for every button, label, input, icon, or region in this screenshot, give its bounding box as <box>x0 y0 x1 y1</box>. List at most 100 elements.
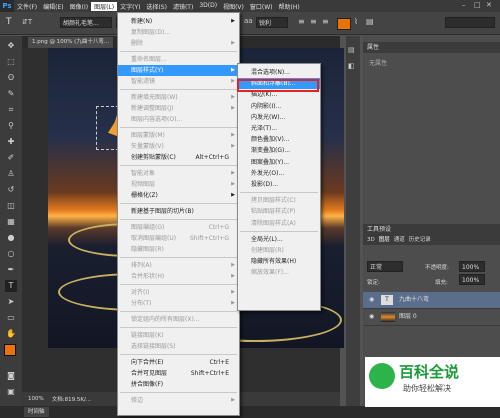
maximize-icon[interactable]: □ <box>474 1 481 9</box>
properties-panel-icon[interactable]: ◧ <box>348 62 358 72</box>
menu-item[interactable]: 对齐(I) ▶ <box>118 287 239 298</box>
tab-history[interactable]: 历史记录 <box>409 235 431 245</box>
menu-item[interactable]: 全局光(L)... <box>238 234 320 245</box>
tool-presets-title[interactable]: 工具预设 <box>363 224 500 235</box>
menu-10[interactable]: 帮助(H) <box>276 2 303 11</box>
menu-item[interactable]: 智能对象 ▶ <box>118 168 239 179</box>
path-select-tool-icon[interactable]: ➤ <box>5 296 17 308</box>
blend-mode-select[interactable]: 正常 <box>367 261 403 272</box>
opacity-input[interactable]: 100% <box>459 261 485 272</box>
shape-tool-icon[interactable]: ▭ <box>5 312 17 324</box>
font-family-select[interactable]: 胡颜礼毛笔... <box>60 17 112 28</box>
zoom-level[interactable]: 100% <box>28 396 44 402</box>
menu-item[interactable]: 视频图层 ▶ <box>118 179 239 190</box>
menu-item[interactable]: 矢量蒙版(V) ▶ <box>118 141 239 152</box>
brush-tool-icon[interactable]: ✐ <box>5 152 17 164</box>
menu-item[interactable]: 隐藏图层(R) <box>118 244 239 255</box>
warp-text-icon[interactable]: ⌇ <box>354 17 358 26</box>
menu-4[interactable]: 文字(Y) <box>117 2 143 11</box>
timeline-tab[interactable]: 时间轴 <box>24 407 49 417</box>
menu-item[interactable]: 图层样式(Y) ▶ <box>118 65 239 76</box>
menu-item[interactable]: 修边 ▶ <box>118 395 239 406</box>
menu-item[interactable]: 新建调整图层(J) ▶ <box>118 103 239 114</box>
menu-item[interactable]: 分布(T) ▶ <box>118 298 239 309</box>
visibility-eye-icon[interactable]: ◉ <box>369 292 374 308</box>
menu-0[interactable]: 文件(F) <box>14 2 40 11</box>
menu-item[interactable]: 锁定组内的所有图层(X)... <box>118 314 239 325</box>
minimize-icon[interactable]: – <box>462 1 466 9</box>
menu-item[interactable]: 投影(D)... <box>238 179 320 190</box>
text-color-swatch[interactable] <box>337 18 351 30</box>
gradient-tool-icon[interactable]: ▦ <box>5 216 17 228</box>
menu-item[interactable]: 内阴影(I)... <box>238 101 320 112</box>
layer-row-text[interactable]: ◉ T 九曲十八弯 <box>363 292 500 309</box>
eyedropper-tool-icon[interactable]: ⚲ <box>5 120 17 132</box>
tab-3d[interactable]: 3D <box>367 235 375 245</box>
hand-tool-icon[interactable]: ✋ <box>5 328 17 340</box>
menu-item[interactable]: 创建剪贴蒙版(C) Alt+Ctrl+G <box>118 152 239 163</box>
foreground-color-swatch[interactable] <box>4 344 16 356</box>
align-left-icon[interactable]: ≡ <box>298 17 305 26</box>
menu-item[interactable]: 渐变叠加(G)... <box>238 145 320 156</box>
lasso-tool-icon[interactable]: ʘ <box>5 72 17 84</box>
menu-item[interactable]: 隐藏所有效果(H) <box>238 256 320 267</box>
fill-input[interactable]: 100% <box>459 274 485 285</box>
anti-alias-select[interactable]: 锐利 <box>256 17 288 28</box>
menu-item[interactable]: 新建填充图层(W) ▶ <box>118 92 239 103</box>
align-right-icon[interactable]: ≡ <box>322 17 329 26</box>
layer-row-image[interactable]: ◉ 图层 0 <box>363 309 500 326</box>
menu-9[interactable]: 窗口(W) <box>247 2 276 11</box>
document-tab[interactable]: 1.png @ 100% (九曲十八弯... <box>28 37 114 48</box>
properties-panel-title[interactable]: 属性 <box>363 42 500 53</box>
marquee-tool-icon[interactable]: ⬚ <box>5 56 17 68</box>
menu-item[interactable]: 新建基于图层的切片(B) <box>118 206 239 217</box>
pen-tool-icon[interactable]: ✒ <box>5 264 17 276</box>
menu-item[interactable]: 选择链接图层(S) <box>118 341 239 352</box>
menu-item[interactable]: 缩放效果(F)... <box>238 267 320 278</box>
menu-item[interactable]: 混合选项(N)... <box>238 67 320 78</box>
menu-item[interactable]: 栅格化(Z) ▶ <box>118 190 239 201</box>
menu-2[interactable]: 图像(I) <box>67 2 91 11</box>
menu-item[interactable]: 图层内容选项(O)... <box>118 114 239 125</box>
layer-name[interactable]: 九曲十八弯 <box>399 292 429 308</box>
menu-item[interactable]: 链接图层(K) <box>118 330 239 341</box>
menu-item[interactable]: 外发光(O)... <box>238 168 320 179</box>
history-brush-tool-icon[interactable]: ↺ <box>5 184 17 196</box>
tab-channels[interactable]: 通道 <box>394 235 405 245</box>
menu-item[interactable]: 排列(A) ▶ <box>118 260 239 271</box>
menu-item[interactable]: 内发光(W)... <box>238 112 320 123</box>
menu-1[interactable]: 编辑(E) <box>40 2 66 11</box>
menu-6[interactable]: 滤镜(T) <box>170 2 196 11</box>
menu-item[interactable]: 清除图层样式(A) <box>238 218 320 229</box>
menu-item[interactable]: 智能滤镜 ▶ <box>118 76 239 87</box>
menu-item[interactable]: 光泽(T)... <box>238 123 320 134</box>
align-center-icon[interactable]: ≡ <box>310 17 317 26</box>
menu-item[interactable]: 重命名图层... <box>118 54 239 65</box>
menu-item[interactable]: 创建图层(R) <box>238 245 320 256</box>
menu-8[interactable]: 视图(V) <box>220 2 247 11</box>
menu-item[interactable]: 复制图层(D)... <box>118 27 239 38</box>
workspace-select[interactable] <box>445 17 495 28</box>
menu-item[interactable]: 粘贴图层样式(P) <box>238 206 320 217</box>
menu-item[interactable]: 合并可见图层 Shift+Ctrl+E <box>118 368 239 379</box>
tab-layers[interactable]: 图层 <box>379 235 390 245</box>
menu-item[interactable]: 取消图层编组(U) Shift+Ctrl+G <box>118 233 239 244</box>
type-tool-icon[interactable]: T <box>5 280 17 292</box>
menu-item[interactable]: 拼合图像(F) <box>118 379 239 390</box>
close-icon[interactable]: ✕ <box>486 1 492 9</box>
menu-item[interactable]: 合并形状(H) ▶ <box>118 271 239 282</box>
stamp-tool-icon[interactable]: ♙ <box>5 168 17 180</box>
menu-item[interactable]: 图层编组(G) Ctrl+G <box>118 222 239 233</box>
menu-item[interactable]: 拷贝图层样式(C) <box>238 195 320 206</box>
visibility-eye-icon[interactable]: ◉ <box>369 309 374 325</box>
menu-7[interactable]: 3D(D) <box>196 2 220 11</box>
screen-mode-icon[interactable]: ▣ <box>5 386 17 398</box>
menu-item[interactable]: 删除 ▶ <box>118 38 239 49</box>
menu-item[interactable]: 图案叠加(Y)... <box>238 157 320 168</box>
layer-name[interactable]: 图层 0 <box>399 309 417 325</box>
menu-item[interactable]: 新建(N) ▶ <box>118 16 239 27</box>
healing-tool-icon[interactable]: ✚ <box>5 136 17 148</box>
blur-tool-icon[interactable]: ● <box>5 232 17 244</box>
move-tool-icon[interactable]: ✥ <box>5 40 17 52</box>
menu-item[interactable]: 图层蒙版(M) ▶ <box>118 130 239 141</box>
